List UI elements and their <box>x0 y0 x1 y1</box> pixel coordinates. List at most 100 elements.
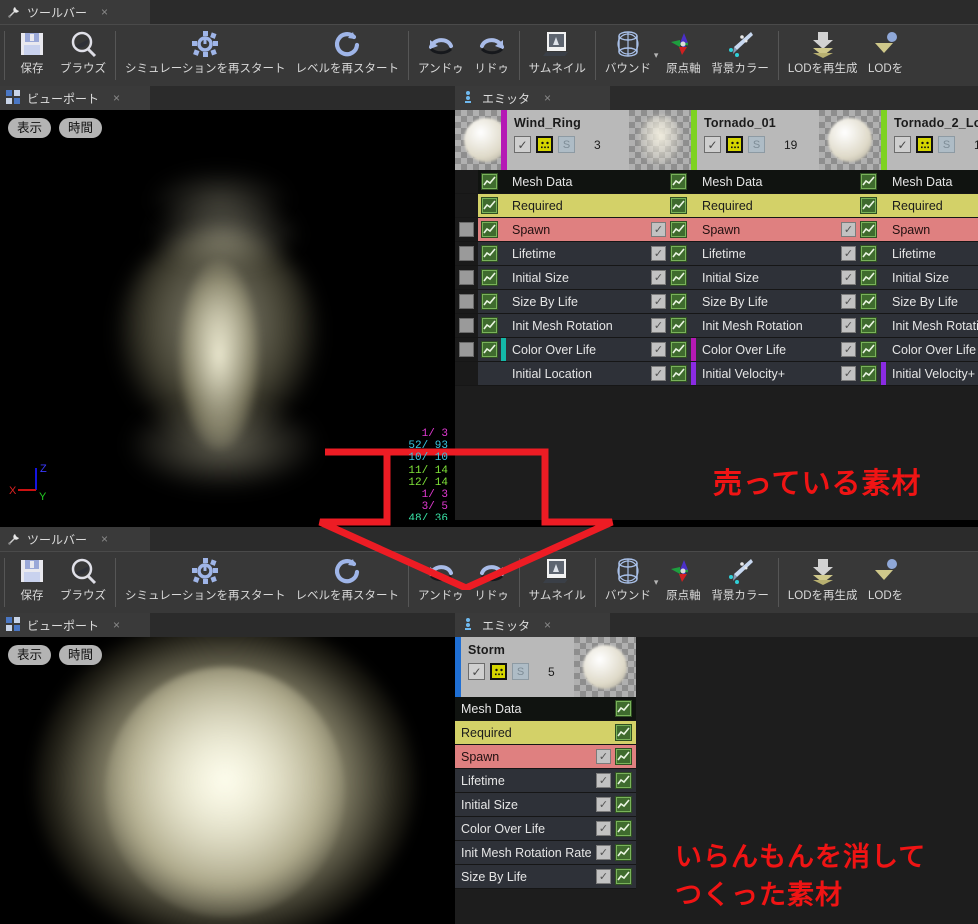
module-row[interactable]: Init Mesh Rotation ✓ <box>691 314 881 338</box>
toolbar-button-undo-arrow[interactable]: アンドゥ <box>413 25 469 86</box>
module-row[interactable]: Spawn ✓ <box>455 218 691 242</box>
curve-editor-icon[interactable] <box>670 317 687 334</box>
module-row[interactable]: Color Over Life ✓ <box>455 338 691 362</box>
toolbar-button-redo-arrow[interactable]: リドゥ <box>469 552 515 613</box>
curve-editor-icon[interactable] <box>615 844 632 861</box>
toolbar-button-bounds-cylinder[interactable]: バウンド <box>600 25 656 86</box>
module-row[interactable]: Initial Location ✓ <box>455 362 691 386</box>
curve-editor-icon[interactable] <box>860 293 877 310</box>
toolbar-button-save[interactable]: 保存 <box>9 552 55 613</box>
curve-editor-icon[interactable] <box>670 197 687 214</box>
viewport-show-button-top[interactable]: 表示 <box>8 118 52 138</box>
close-icon[interactable]: × <box>544 618 551 632</box>
module-row[interactable]: Required <box>691 194 881 218</box>
module-row[interactable]: Init Mesh Rotation ✓ <box>881 314 978 338</box>
tab-toolbar-top[interactable]: ツールバー × <box>0 0 150 24</box>
close-icon[interactable]: × <box>101 532 108 546</box>
module-enabled-checkbox[interactable]: ✓ <box>841 294 856 309</box>
module-disabled-box[interactable] <box>459 318 474 333</box>
curve-editor-icon[interactable] <box>615 700 632 717</box>
curve-editor-icon[interactable] <box>860 365 877 382</box>
curve-editor-icon[interactable] <box>860 221 877 238</box>
emitter-solo-toggle[interactable]: S <box>512 663 529 680</box>
tab-viewport-top[interactable]: ビューポート × <box>0 86 150 110</box>
emitter-column[interactable]: Wind_Ring ✓ S 3 Mesh Data Required Spawn… <box>455 110 691 386</box>
close-icon[interactable]: × <box>113 618 120 632</box>
module-row[interactable]: Initial Size ✓ <box>881 266 978 290</box>
emitter-column[interactable]: Tornado_2_Low ✓ S 14 Mesh Data <box>881 110 978 386</box>
close-icon[interactable]: × <box>101 5 108 19</box>
module-row[interactable]: Required <box>455 194 691 218</box>
emitter-solo-toggle[interactable]: S <box>748 136 765 153</box>
module-row[interactable]: Mesh Data <box>881 170 978 194</box>
emitter-solo-toggle[interactable]: S <box>938 136 955 153</box>
module-enabled-checkbox[interactable]: ✓ <box>651 318 666 333</box>
curve-editor-icon[interactable] <box>670 269 687 286</box>
emitter-header[interactable]: Wind_Ring ✓ S 3 <box>455 110 691 170</box>
module-enabled-checkbox[interactable]: ✓ <box>841 342 856 357</box>
module-row[interactable]: Lifetime ✓ <box>455 242 691 266</box>
toolbar-button-origin-axis[interactable]: 原点軸 <box>660 552 706 613</box>
curve-editor-icon[interactable] <box>481 341 498 358</box>
curve-editor-icon[interactable] <box>860 269 877 286</box>
emitter-header[interactable]: Tornado_01 ✓ S 19 <box>691 110 881 170</box>
module-row[interactable]: Required <box>455 721 636 745</box>
module-disabled-box[interactable] <box>459 294 474 309</box>
tab-toolbar-bottom[interactable]: ツールバー × <box>0 527 150 551</box>
emitter-enabled-checkbox[interactable]: ✓ <box>894 136 911 153</box>
emitter-render-mode-icon[interactable] <box>536 136 553 153</box>
viewport-time-button-bottom[interactable]: 時間 <box>59 645 103 665</box>
module-enabled-checkbox[interactable]: ✓ <box>596 797 611 812</box>
curve-editor-icon[interactable] <box>481 245 498 262</box>
toolbar-button-lod[interactable]: LODを <box>863 25 909 86</box>
module-enabled-checkbox[interactable]: ✓ <box>596 869 611 884</box>
module-row[interactable]: Mesh Data <box>455 697 636 721</box>
curve-editor-icon[interactable] <box>670 293 687 310</box>
module-row[interactable]: Color Over Life ✓ <box>691 338 881 362</box>
toolbar-button-background-color-brush[interactable]: 背景カラー <box>706 552 774 613</box>
module-enabled-checkbox[interactable]: ✓ <box>841 222 856 237</box>
module-row[interactable]: Required <box>881 194 978 218</box>
toolbar-button-browse-magnifier[interactable]: ブラウズ <box>55 552 111 613</box>
curve-editor-icon[interactable] <box>860 341 877 358</box>
particle-viewport-bottom[interactable]: 表示 時間 <box>0 637 455 924</box>
emitter-column[interactable]: Tornado_01 ✓ S 19 Mesh Data Required Spa… <box>691 110 881 386</box>
curve-editor-icon[interactable] <box>615 724 632 741</box>
module-enabled-checkbox[interactable]: ✓ <box>651 222 666 237</box>
viewport-time-button-top[interactable]: 時間 <box>59 118 103 138</box>
module-enabled-checkbox[interactable]: ✓ <box>596 845 611 860</box>
emitter-panel-top[interactable]: Wind_Ring ✓ S 3 Mesh Data Required Spawn… <box>455 110 978 520</box>
emitter-header[interactable]: Storm ✓ S 5 <box>455 637 636 697</box>
emitter-enabled-checkbox[interactable]: ✓ <box>468 663 485 680</box>
emitter-column[interactable]: Storm ✓ S 5 Mesh Data Required Spawn ✓ L… <box>455 637 636 889</box>
module-row[interactable]: Lifetime ✓ <box>691 242 881 266</box>
emitter-header[interactable]: Tornado_2_Low ✓ S 14 <box>881 110 978 170</box>
module-row[interactable]: Init Mesh Rotation Rate ✓ <box>455 841 636 865</box>
module-enabled-checkbox[interactable]: ✓ <box>841 246 856 261</box>
toolbar-button-origin-axis[interactable]: 原点軸 <box>660 25 706 86</box>
curve-editor-icon[interactable] <box>481 317 498 334</box>
curve-editor-icon[interactable] <box>860 197 877 214</box>
close-icon[interactable]: × <box>113 91 120 105</box>
module-enabled-checkbox[interactable]: ✓ <box>596 821 611 836</box>
toolbar-button-redo-arrow[interactable]: リドゥ <box>469 25 515 86</box>
module-enabled-checkbox[interactable]: ✓ <box>651 294 666 309</box>
module-row[interactable]: Spawn ✓ <box>691 218 881 242</box>
emitter-solo-toggle[interactable]: S <box>558 136 575 153</box>
module-row[interactable]: Color Over Life ✓ <box>881 338 978 362</box>
module-enabled-checkbox[interactable]: ✓ <box>841 270 856 285</box>
module-row[interactable]: Spawn ✓ <box>881 218 978 242</box>
curve-editor-icon[interactable] <box>860 173 877 190</box>
module-row[interactable]: Initial Velocity+ ✓ <box>881 362 978 386</box>
module-disabled-box[interactable] <box>459 246 474 261</box>
toolbar-button-bounds-cylinder[interactable]: バウンド <box>600 552 656 613</box>
module-row[interactable]: Initial Size ✓ <box>455 266 691 290</box>
curve-editor-icon[interactable] <box>860 317 877 334</box>
module-row[interactable]: Mesh Data <box>691 170 881 194</box>
module-row[interactable]: Size By Life ✓ <box>455 865 636 889</box>
curve-editor-icon[interactable] <box>481 173 498 190</box>
module-row[interactable]: Lifetime ✓ <box>881 242 978 266</box>
toolbar-button-restart-sim-gear[interactable]: シミュレーションを再スタート <box>120 552 291 613</box>
module-enabled-checkbox[interactable]: ✓ <box>651 246 666 261</box>
module-row[interactable]: Init Mesh Rotation ✓ <box>455 314 691 338</box>
